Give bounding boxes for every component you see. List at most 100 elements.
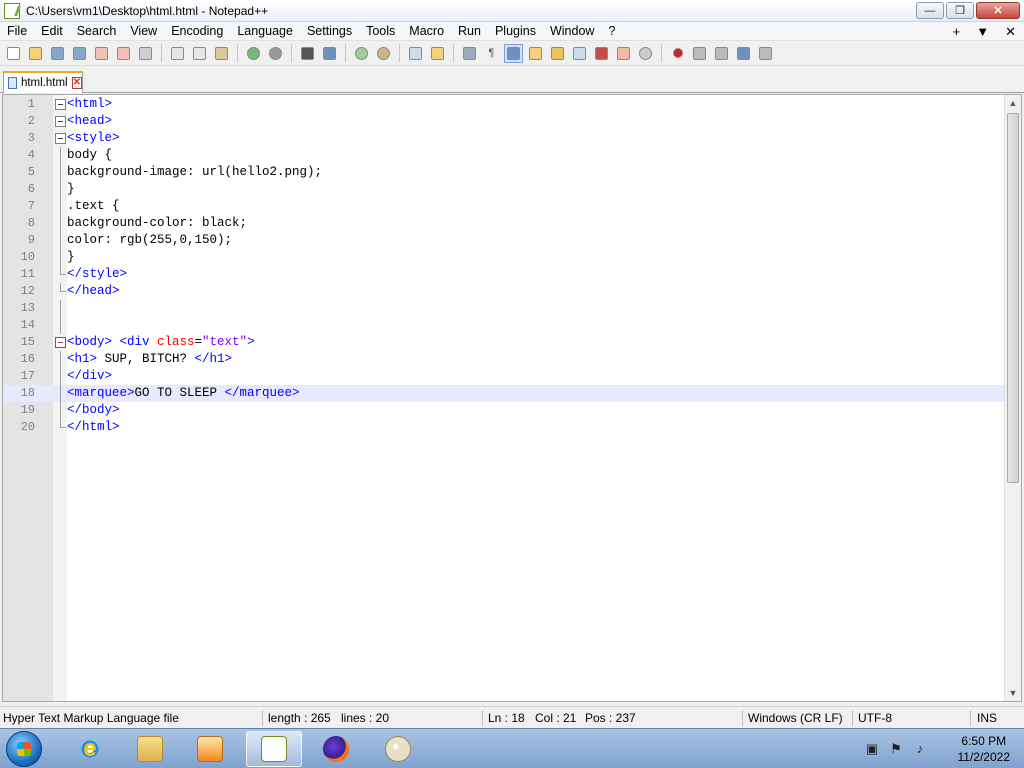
status-file-type: Hyper Text Markup Language file — [3, 711, 179, 725]
taskbar-internet-explorer[interactable]: e — [62, 731, 118, 767]
vertical-scrollbar[interactable]: ▲ ▼ — [1004, 95, 1021, 701]
save-icon[interactable] — [48, 44, 67, 63]
menu-language[interactable]: Language — [230, 22, 300, 41]
code-text: } — [67, 182, 75, 196]
status-insert-mode[interactable]: INS — [977, 711, 997, 725]
close-all-icon[interactable] — [114, 44, 133, 63]
menu-search[interactable]: Search — [70, 22, 124, 41]
taskbar-notepadpp[interactable] — [246, 731, 302, 767]
start-button[interactable] — [6, 731, 42, 767]
code-line[interactable]: 5 background-image: url(hello2.png); — [3, 164, 1005, 181]
taskbar-firefox[interactable] — [308, 731, 364, 767]
menu-help[interactable]: ? — [601, 22, 622, 41]
close-button[interactable]: ✕ — [976, 2, 1020, 19]
redo-icon[interactable] — [266, 44, 285, 63]
menu-run[interactable]: Run — [451, 22, 488, 41]
menu-tools[interactable]: Tools — [359, 22, 402, 41]
record-macro-icon[interactable] — [668, 44, 687, 63]
notepadpp-app-icon[interactable] — [4, 2, 20, 19]
menu-window[interactable]: Window — [543, 22, 601, 41]
fold-toggle-icon[interactable] — [55, 133, 66, 144]
code-line[interactable]: 4 body { — [3, 147, 1005, 164]
code-line[interactable]: 6} — [3, 181, 1005, 198]
print-icon[interactable] — [136, 44, 155, 63]
status-eol[interactable]: Windows (CR LF) — [748, 711, 843, 725]
taskbar-media-player[interactable] — [182, 731, 238, 767]
close-icon[interactable] — [92, 44, 111, 63]
new-file-icon[interactable] — [4, 44, 23, 63]
folder-workspace-icon[interactable] — [614, 44, 633, 63]
scroll-up-icon[interactable]: ▲ — [1005, 95, 1021, 111]
taskbar-paint[interactable] — [370, 731, 426, 767]
taskbar-file-explorer[interactable] — [122, 731, 178, 767]
code-line-current[interactable]: 18 <marquee>GO TO SLEEP </marquee> — [3, 385, 1005, 402]
code-line[interactable]: 13 — [3, 300, 1005, 317]
menu-macro[interactable]: Macro — [402, 22, 451, 41]
indent-guide-icon[interactable] — [504, 43, 523, 63]
zoom-out-icon[interactable] — [374, 44, 393, 63]
code-line[interactable]: 8 background-color: black; — [3, 215, 1005, 232]
code-line[interactable]: 15 <body> <div class="text"> — [3, 334, 1005, 351]
editor-area[interactable]: 1 <html> 2 <head> 3 <style> 4 body { 5 backgr… — [2, 94, 1022, 702]
monitoring-icon[interactable] — [636, 44, 655, 63]
volume-icon[interactable]: ♪ — [912, 741, 928, 757]
network-icon[interactable]: ▣ — [864, 741, 880, 757]
find-icon[interactable] — [298, 44, 317, 63]
copy-icon[interactable] — [190, 44, 209, 63]
function-list-icon[interactable] — [592, 44, 611, 63]
menu-file[interactable]: File — [0, 22, 34, 41]
sync-vertical-icon[interactable] — [406, 44, 425, 63]
code-line[interactable]: 1 <html> — [3, 96, 1005, 113]
tab-list-icon[interactable]: ▼ — [976, 22, 989, 41]
code-line[interactable]: 10} — [3, 249, 1005, 266]
code-line[interactable]: 7 .text { — [3, 198, 1005, 215]
code-line[interactable]: 20 </html> — [3, 419, 1005, 436]
line-number: 11 — [20, 267, 35, 281]
fold-toggle-icon[interactable] — [55, 116, 66, 127]
stop-macro-icon[interactable] — [690, 44, 709, 63]
code-line[interactable]: 16 <h1> SUP, BITCH? </h1> — [3, 351, 1005, 368]
show-all-chars-icon[interactable]: ¶ — [482, 44, 501, 63]
tab-close-icon[interactable]: ✕ — [71, 77, 82, 89]
menu-settings[interactable]: Settings — [300, 22, 359, 41]
save-macro-icon[interactable] — [756, 44, 775, 63]
menu-plugins[interactable]: Plugins — [488, 22, 543, 41]
code-line[interactable]: 9 color: rgb(255,0,150); — [3, 232, 1005, 249]
menu-edit[interactable]: Edit — [34, 22, 70, 41]
word-wrap-icon[interactable] — [460, 44, 479, 63]
fold-toggle-icon[interactable] — [55, 99, 66, 110]
scroll-thumb[interactable] — [1007, 113, 1019, 483]
sync-horizontal-icon[interactable] — [428, 44, 447, 63]
lang-udf-icon[interactable] — [526, 44, 545, 63]
save-all-icon[interactable] — [70, 44, 89, 63]
fold-toggle-icon[interactable] — [55, 337, 66, 348]
doc-list-icon[interactable] — [570, 44, 589, 63]
undo-icon[interactable] — [244, 44, 263, 63]
restore-button[interactable]: ❐ — [946, 2, 974, 19]
play-macro-icon[interactable] — [712, 44, 731, 63]
code-line[interactable]: 17 </div> — [3, 368, 1005, 385]
scroll-down-icon[interactable]: ▼ — [1005, 685, 1021, 701]
zoom-in-icon[interactable] — [352, 44, 371, 63]
status-encoding[interactable]: UTF-8 — [858, 711, 892, 725]
open-file-icon[interactable] — [26, 44, 45, 63]
clock[interactable]: 6:50 PM 11/2/2022 — [958, 733, 1011, 765]
code-line[interactable]: 12 </head> — [3, 283, 1005, 300]
close-doc-icon[interactable]: ✕ — [1005, 22, 1016, 41]
tab-html-html[interactable]: html.html ✕ — [3, 71, 83, 93]
menu-view[interactable]: View — [123, 22, 164, 41]
code-line[interactable]: 2 <head> — [3, 113, 1005, 130]
replace-icon[interactable] — [320, 44, 339, 63]
doc-map-icon[interactable] — [548, 44, 567, 63]
new-tab-icon[interactable]: + — [953, 22, 961, 41]
code-line[interactable]: 14 — [3, 317, 1005, 334]
cut-icon[interactable] — [168, 44, 187, 63]
paste-icon[interactable] — [212, 44, 231, 63]
play-macro-multiple-icon[interactable] — [734, 44, 753, 63]
code-line[interactable]: 11 </style> — [3, 266, 1005, 283]
minimize-button[interactable]: — — [916, 2, 944, 19]
code-line[interactable]: 19 </body> — [3, 402, 1005, 419]
code-line[interactable]: 3 <style> — [3, 130, 1005, 147]
action-center-icon[interactable]: ⚑ — [888, 741, 904, 757]
menu-encoding[interactable]: Encoding — [164, 22, 230, 41]
